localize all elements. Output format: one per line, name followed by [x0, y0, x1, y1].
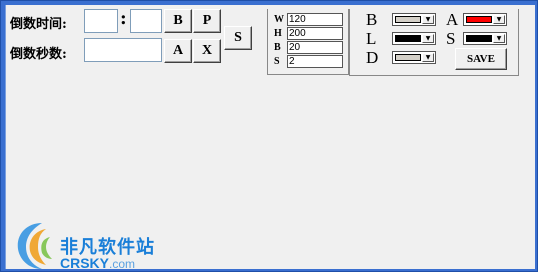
chevron-down-icon[interactable]: ▼ [493, 34, 505, 43]
s-color-picker[interactable]: ▼ [463, 32, 507, 45]
l-color-label: L [366, 29, 377, 48]
b-label: B [274, 42, 281, 53]
a-color-picker[interactable]: ▼ [463, 13, 507, 26]
chevron-down-icon[interactable]: ▼ [493, 15, 505, 24]
chevron-down-icon[interactable]: ▼ [422, 34, 434, 43]
h-label: H [274, 28, 282, 39]
chevron-down-icon[interactable]: ▼ [422, 53, 434, 62]
a-color-swatch [466, 16, 492, 23]
d-color-label: D [366, 48, 379, 67]
client-area: 倒数时间: : B P 倒数秒数: A X S W 120 H 200 B 20… [5, 5, 535, 272]
logo-swirl-icon [17, 223, 52, 269]
b-color-label: B [366, 10, 378, 29]
seconds-input[interactable] [84, 38, 162, 62]
s-button[interactable]: S [224, 26, 252, 50]
save-button[interactable]: SAVE [455, 48, 507, 70]
s-input[interactable]: 2 [287, 55, 343, 68]
a-color-label: A [446, 10, 459, 29]
hour-input[interactable] [84, 9, 118, 33]
countdown-time-label: 倒数时间: [10, 17, 67, 32]
a-button[interactable]: A [164, 39, 192, 63]
b-input[interactable]: 20 [287, 41, 343, 54]
p-button[interactable]: P [193, 9, 221, 33]
d-color-swatch [395, 54, 421, 61]
dimensions-panel: W 120 H 200 B 20 S 2 [267, 9, 349, 75]
watermark-brand: CRSKY [60, 255, 110, 271]
b-color-picker[interactable]: ▼ [392, 13, 436, 26]
time-colon: : [120, 8, 127, 29]
s-color-label: S [446, 29, 456, 48]
color-panel: B ▼ A ▼ L ▼ S ▼ D ▼ SAVE [349, 9, 519, 76]
minute-input[interactable] [130, 9, 162, 33]
watermark-domain: .com [109, 257, 136, 271]
l-color-swatch [395, 35, 421, 42]
chevron-down-icon[interactable]: ▼ [422, 15, 434, 24]
s-color-swatch [466, 35, 492, 42]
d-color-picker[interactable]: ▼ [392, 51, 436, 64]
x-button[interactable]: X [193, 39, 221, 63]
w-label: W [274, 14, 284, 25]
l-color-picker[interactable]: ▼ [392, 32, 436, 45]
h-input[interactable]: 200 [287, 27, 343, 40]
countdown-seconds-label: 倒数秒数: [10, 47, 67, 62]
watermark-en-text: CRSKY.com [60, 255, 135, 271]
w-input[interactable]: 120 [287, 13, 343, 26]
b-color-swatch [395, 16, 421, 23]
s-label: S [274, 56, 280, 67]
app-window: 倒数时间: : B P 倒数秒数: A X S W 120 H 200 B 20… [0, 0, 538, 272]
site-watermark-logo: 非凡软件站 CRSKY.com [12, 217, 172, 272]
b-button[interactable]: B [164, 9, 192, 33]
